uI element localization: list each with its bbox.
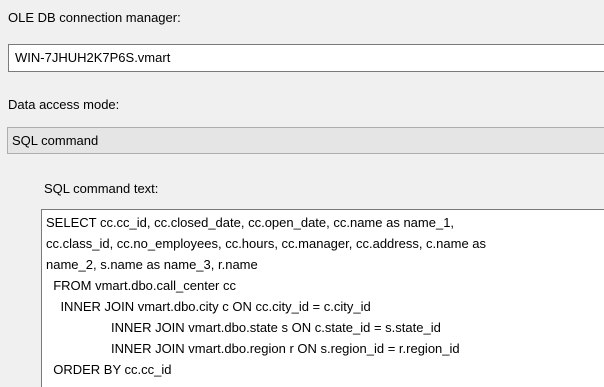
connection-manager-label: OLE DB connection manager: bbox=[8, 10, 181, 25]
sql-line: cc.class_id, cc.no_employees, cc.hours, … bbox=[46, 236, 487, 251]
sql-line: name_2, s.name as name_3, r.name bbox=[46, 257, 258, 272]
sql-line: INNER JOIN vmart.dbo.state s ON c.state_… bbox=[46, 320, 441, 335]
data-access-mode-select[interactable]: SQL command bbox=[7, 127, 604, 154]
sql-command-text-label: SQL command text: bbox=[44, 181, 159, 196]
sql-line: INNER JOIN vmart.dbo.city c ON cc.city_i… bbox=[46, 299, 371, 314]
sql-command-textarea[interactable]: SELECT cc.cc_id, cc.closed_date, cc.open… bbox=[41, 209, 604, 387]
data-access-mode-label: Data access mode: bbox=[8, 97, 120, 112]
sql-line: SELECT cc.cc_id, cc.closed_date, cc.open… bbox=[46, 215, 455, 230]
connection-manager-field[interactable]: WIN-7JHUH2K7P6S.vmart bbox=[8, 44, 604, 72]
ole-db-source-editor: { "connection_manager": { "label": "OLE … bbox=[0, 0, 604, 387]
sql-line: FROM vmart.dbo.call_center cc bbox=[46, 278, 236, 293]
sql-line: INNER JOIN vmart.dbo.region r ON s.regio… bbox=[46, 341, 460, 356]
sql-line: ORDER BY cc.cc_id bbox=[46, 362, 172, 377]
